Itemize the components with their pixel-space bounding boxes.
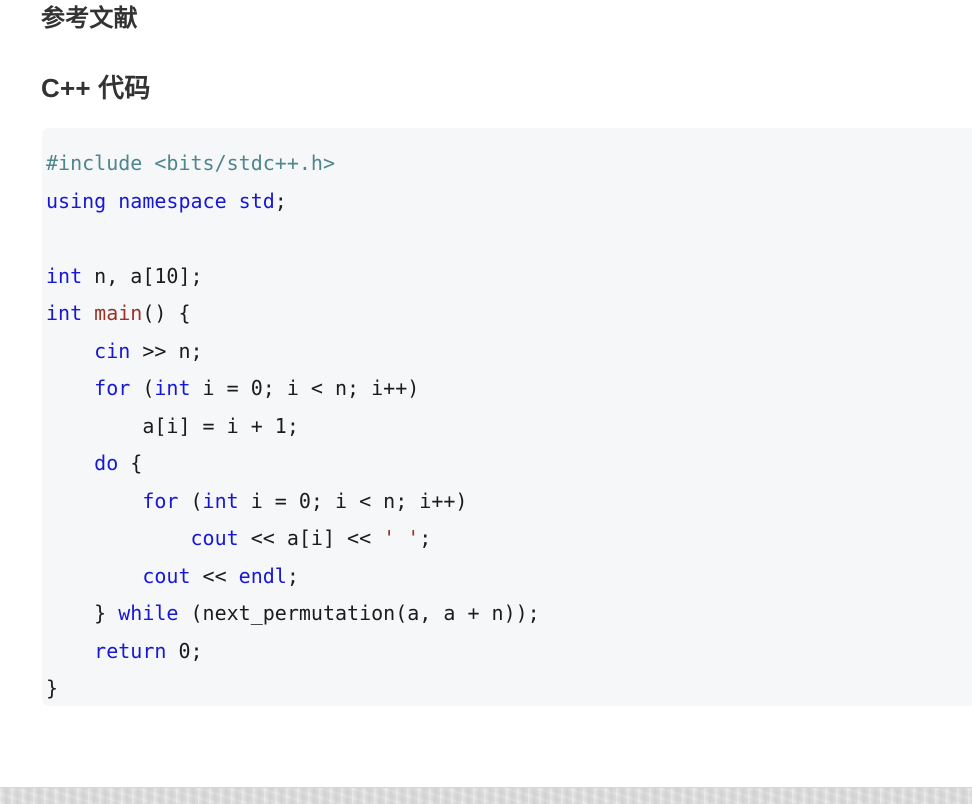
code-token: #include <bits/stdc++.h> — [46, 151, 335, 175]
code-token: ; — [419, 526, 432, 550]
code-token: } — [46, 676, 59, 700]
code-token: << a[i] << — [238, 526, 384, 550]
code-line: #include <bits/stdc++.h> — [46, 145, 972, 183]
code-token: ( — [130, 376, 155, 400]
bottom-bar-divider — [0, 787, 972, 788]
code-token: for — [142, 488, 179, 513]
code-token: ' ' — [383, 526, 420, 550]
code-token: int — [46, 301, 83, 325]
document-page: 参考文献 C++ 代码 #include <bits/stdc++.h> usin… — [0, 0, 972, 787]
code-token: ; — [286, 563, 299, 588]
code-line: for (int i = 0; i < n; i++) — [46, 370, 972, 408]
code-line: a[i] = i + 1; — [46, 408, 972, 446]
code-token: for — [94, 376, 131, 400]
code-line: } — [46, 670, 972, 706]
code-line: cout << endl; — [46, 558, 972, 596]
code-token: >> n; — [130, 338, 203, 363]
code-line: return 0; — [46, 633, 972, 671]
code-token: main — [94, 301, 143, 325]
code-token: << — [190, 563, 239, 588]
code-token: a[i] = i + 1; — [46, 413, 299, 438]
code-token: do — [94, 451, 119, 475]
code-token: return — [94, 638, 167, 663]
code-token: using namespace std — [46, 188, 275, 213]
code-token: ( — [178, 488, 203, 513]
code-line: int main() { — [46, 295, 972, 333]
code-line: int n, a[10]; — [46, 258, 972, 296]
code-line: for (int i = 0; i < n; i++) — [46, 483, 972, 521]
code-content[interactable]: #include <bits/stdc++.h> using namespace … — [42, 128, 972, 706]
code-token: 0; — [166, 638, 203, 663]
code-lines: #include <bits/stdc++.h> using namespace … — [46, 145, 972, 706]
code-token: (next_permutation(a, a + n)); — [178, 601, 540, 625]
code-token: int — [154, 376, 191, 400]
code-line: cout << a[i] << ' '; — [46, 520, 972, 558]
code-block[interactable]: #include <bits/stdc++.h> using namespace … — [42, 128, 972, 706]
code-line: cin >> n; — [46, 333, 972, 371]
code-token: { — [118, 451, 143, 475]
code-token: int — [202, 488, 239, 513]
code-token: cout — [142, 563, 191, 588]
heading-references: 参考文献 — [41, 5, 138, 32]
code-token: n, a[10]; — [82, 263, 203, 288]
code-token: () { — [142, 301, 191, 325]
code-line: using namespace std; — [46, 183, 972, 221]
code-token: while — [118, 601, 179, 625]
code-token: cout — [190, 526, 239, 550]
code-line: } while (next_permutation(a, a + n)); — [46, 595, 972, 633]
code-token: endl — [238, 563, 287, 588]
code-line: do { — [46, 445, 972, 483]
heading-cpp-code: C++ 代码 — [41, 73, 151, 103]
code-token: } — [46, 601, 119, 625]
code-token: i = 0; i < n; i++) — [238, 488, 468, 513]
code-token: cin — [94, 338, 131, 363]
code-token: i = 0; i < n; i++) — [190, 376, 420, 400]
code-token: ; — [274, 188, 287, 213]
bottom-texture-bar — [0, 787, 972, 804]
code-token: int — [46, 263, 83, 288]
